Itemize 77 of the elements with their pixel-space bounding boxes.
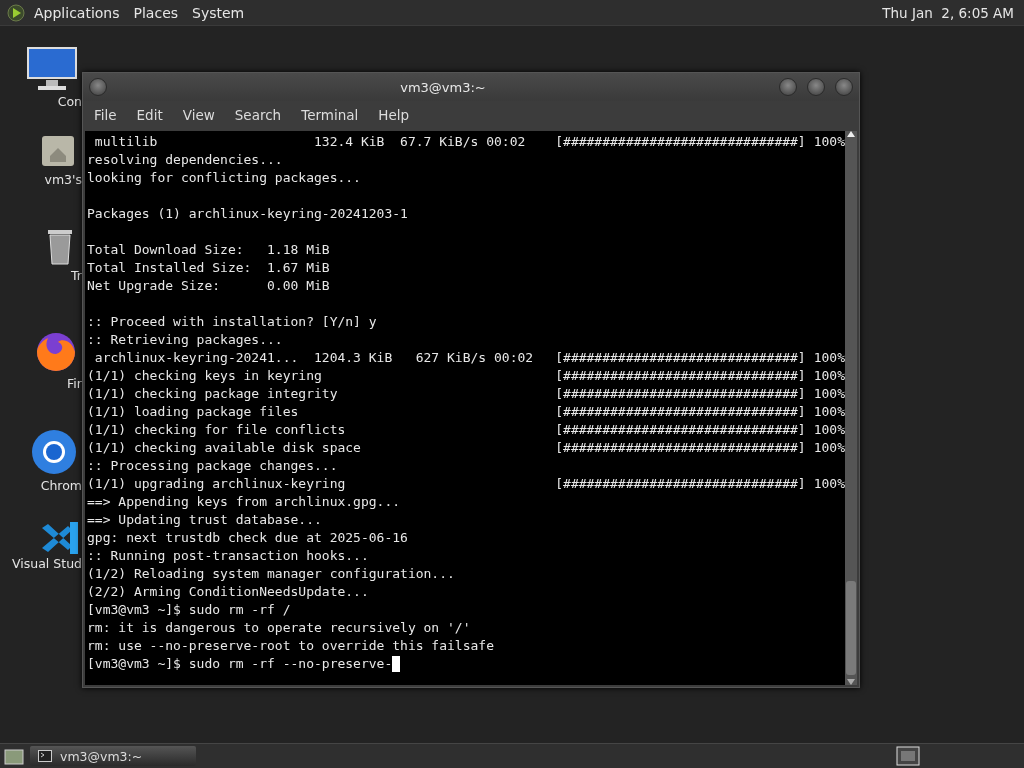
browser-icon [30,428,78,476]
scrollbar-thumb[interactable] [846,581,856,675]
menu-item[interactable]: Terminal [292,107,368,123]
desktop-icon-label[interactable]: Fir [67,376,82,391]
panel-menu[interactable]: System [186,4,251,21]
desktop-icon-label[interactable]: Chrom [40,478,82,493]
terminal-line: Total Download Size: 1.18 MiB [87,241,330,259]
maximize-button[interactable] [807,78,825,96]
terminal-line: :: Proceed with installation? [Y/n] y [87,313,377,331]
terminal-line: Net Upgrade Size: 0.00 MiB [87,277,330,295]
progress-bar-text: [##############################] [555,421,806,439]
progress-bar-text: [##############################] [555,367,806,385]
task-button[interactable]: vm3@vm3:~ [30,746,196,766]
terminal-line: [vm3@vm3 ~]$ sudo rm -rf / [87,601,291,619]
menu-item[interactable]: Edit [127,107,172,123]
desktop-icon-label[interactable]: Con [57,94,82,109]
clock[interactable]: Thu Jan 2, 6:05 AM [882,4,1018,21]
terminal-icon [38,750,52,762]
terminal-line: archlinux-keyring-20241... 1204.3 KiB 627 KiB/s 00:02 [93,349,534,367]
app-menu-icon[interactable] [6,2,26,23]
terminal-line: [vm3@vm3 ~]$ sudo rm -rf --no-preserve- [87,655,393,673]
terminal-line: :: Running post-transaction hooks... [87,547,369,565]
terminal-line: (1/1) checking keys in keyring [87,367,322,385]
terminal-line: ==> Appending keys from archlinux.gpg... [87,493,401,511]
percent-text: 100% [813,349,845,367]
desktop-icon-label[interactable]: Tr [71,268,82,283]
menu-item[interactable]: View [173,107,224,123]
scrollbar[interactable] [845,131,857,685]
percent-text: 100% [813,385,845,403]
progress-bar-text: [##############################] [555,439,806,457]
code-editor-icon [42,522,78,554]
minimize-button[interactable] [779,78,797,96]
progress-bar-text: [##############################] [555,133,806,151]
show-desktop-icon[interactable] [4,747,24,765]
close-button[interactable] [835,78,853,96]
menu-item[interactable]: Help [369,107,419,123]
terminal-line: (1/1) loading package files [87,403,299,421]
terminal-line: gpg: next trustdb check due at 2025-06-16 [87,529,408,547]
percent-text: 100% [813,475,845,493]
progress-bar-text: [##############################] [555,349,806,367]
terminal-line: (1/1) checking available disk space [87,439,361,457]
window-menu-button[interactable] [89,78,107,96]
terminal-line: resolving dependencies... [87,151,283,169]
terminal-line: (1/2) Reloading system manager configuration... [87,565,455,583]
panel-menu[interactable]: Applications [28,4,126,21]
menu-item[interactable]: File [85,107,126,123]
desktop-icon-label[interactable]: Visual Stud [12,556,82,571]
fox-globe-icon [34,330,78,374]
terminal-line: rm: use --no-preserve-root to override this failsafe [87,637,494,655]
terminal-line: Packages (1) archlinux-keyring-20241203-1 [87,205,408,223]
progress-bar-text: [##############################] [555,475,806,493]
panel-menu[interactable]: Places [127,4,185,21]
progress-bar-text: [##############################] [555,385,806,403]
terminal-line: Total Installed Size: 1.67 MiB [87,259,330,277]
terminal-line: looking for conflicting packages... [87,169,361,187]
scroll-up-icon[interactable] [847,131,855,137]
terminal-line: :: Processing package changes... [87,457,338,475]
progress-bar-text: [##############################] [555,403,806,421]
desktop-icon-label[interactable]: vm3's [44,172,82,187]
menu-item[interactable]: Search [225,107,291,123]
scroll-down-icon[interactable] [847,679,855,685]
terminal-line: (2/2) Arming ConditionNeedsUpdate... [87,583,369,601]
computer-icon [26,46,78,92]
terminal-line: (1/1) upgrading archlinux-keyring [87,475,346,493]
percent-text: 100% [813,439,845,457]
terminal-line: rm: it is dangerous to operate recursively on '/' [87,619,471,637]
terminal-line: multilib 132.4 KiB 67.7 KiB/s 00:02 [93,133,526,151]
terminal-line: (1/1) checking for file conflicts [87,421,346,439]
terminal-line: (1/1) checking package integrity [87,385,338,403]
percent-text: 100% [813,367,845,385]
percent-text: 100% [813,421,845,439]
percent-text: 100% [813,133,845,151]
workspace-switcher-icon[interactable] [896,746,920,766]
percent-text: 100% [813,403,845,421]
terminal-line: ==> Updating trust database... [87,511,322,529]
terminal-line: :: Retrieving packages... [87,331,283,349]
window-title: vm3@vm3:~ [399,79,487,95]
